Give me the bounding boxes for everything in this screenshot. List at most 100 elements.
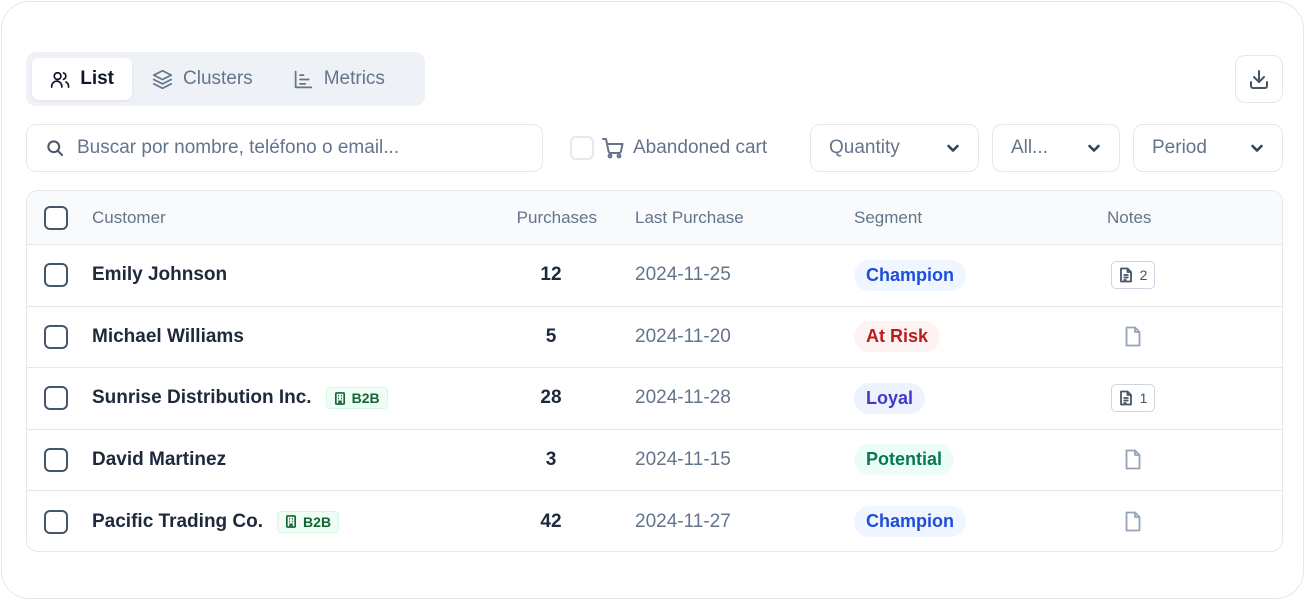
- notes-count: 1: [1139, 390, 1148, 407]
- search-field: [26, 124, 543, 172]
- header-customer[interactable]: Customer: [92, 191, 166, 244]
- header-purchases[interactable]: Purchases: [497, 191, 597, 244]
- segment-badge: Champion: [854, 259, 966, 291]
- table-body: Emily Johnson 12 2024-11-25 Champion 2 Michae…: [27, 245, 1282, 551]
- segment-cell: Champion: [854, 491, 966, 551]
- purchases-count: 42: [540, 510, 562, 532]
- tab-clusters-label: Clusters: [183, 68, 253, 89]
- b2b-badge-label: B2B: [351, 390, 380, 407]
- bar-chart-icon: [294, 70, 312, 88]
- notes-button[interactable]: 1: [1110, 384, 1156, 413]
- table-row[interactable]: Pacific Trading Co. B2B 42 2024-11-27 Champi…: [27, 491, 1282, 551]
- tab-list[interactable]: List: [32, 58, 132, 100]
- building-icon: [286, 515, 297, 529]
- users-icon: [50, 71, 70, 88]
- segment-select-value: All...: [1011, 137, 1048, 158]
- last-purchase-date: 2024-11-25: [635, 264, 731, 286]
- document-icon: [1119, 267, 1132, 283]
- purchases-cell: 5: [497, 307, 605, 368]
- segment-cell: Loyal: [854, 368, 926, 429]
- purchases-cell: 42: [497, 491, 605, 551]
- table-row[interactable]: David Martinez 3 2024-11-15 Potential: [27, 430, 1282, 491]
- period-select[interactable]: Period: [1133, 124, 1283, 172]
- abandoned-cart-checkbox[interactable]: [570, 136, 594, 160]
- tab-clusters[interactable]: Clusters: [134, 58, 271, 100]
- last-purchase-cell: 2024-11-25: [635, 245, 731, 306]
- purchases-cell: 12: [497, 245, 605, 306]
- add-note-button[interactable]: [1124, 326, 1142, 347]
- customers-card: List Clusters Metrics Abandoned cart Qua…: [1, 1, 1304, 599]
- abandoned-cart-filter[interactable]: Abandoned cart: [570, 124, 767, 172]
- purchases-count: 28: [540, 387, 562, 409]
- customer-name[interactable]: Emily Johnson: [92, 264, 227, 286]
- b2b-badge: B2B: [277, 510, 340, 533]
- building-icon: [334, 391, 345, 405]
- table-row[interactable]: Sunrise Distribution Inc. B2B 28 2024-11-28…: [27, 368, 1282, 430]
- segment-cell: Potential: [854, 430, 955, 491]
- customers-table: Customer Purchases Last Purchase Segment…: [26, 190, 1283, 552]
- customer-name[interactable]: Sunrise Distribution Inc.: [92, 387, 312, 409]
- customer-name[interactable]: David Martinez: [92, 449, 226, 471]
- header-last-purchase[interactable]: Last Purchase: [635, 191, 744, 244]
- layers-icon: [152, 69, 173, 89]
- row-checkbox[interactable]: [44, 509, 68, 534]
- customer-name[interactable]: Michael Williams: [92, 326, 244, 348]
- document-icon: [1125, 326, 1141, 347]
- search-input[interactable]: [77, 137, 517, 159]
- customer-name[interactable]: Pacific Trading Co.: [92, 511, 263, 533]
- last-purchase-date: 2024-11-28: [635, 387, 731, 409]
- last-purchase-date: 2024-11-20: [635, 325, 731, 347]
- last-purchase-cell: 2024-11-15: [635, 430, 731, 491]
- tab-list-label: List: [80, 68, 114, 89]
- customer-cell: Pacific Trading Co. B2B: [92, 491, 340, 551]
- tab-metrics-label: Metrics: [323, 68, 385, 89]
- notes-button[interactable]: 2: [1110, 261, 1156, 290]
- segment-cell: At Risk: [854, 307, 941, 368]
- view-tabs: List Clusters Metrics: [26, 52, 425, 106]
- segment-badge: At Risk: [854, 321, 941, 353]
- segment-cell: Champion: [854, 245, 966, 306]
- row-checkbox[interactable]: [44, 447, 68, 472]
- download-button[interactable]: [1235, 55, 1283, 103]
- header-notes[interactable]: Notes: [1107, 191, 1159, 244]
- table-row[interactable]: Michael Williams 5 2024-11-20 At Risk: [27, 307, 1282, 368]
- quantity-select[interactable]: Quantity: [810, 124, 979, 172]
- purchases-cell: 3: [497, 430, 605, 491]
- table-row[interactable]: Emily Johnson 12 2024-11-25 Champion 2: [27, 245, 1282, 307]
- notes-count: 2: [1139, 267, 1148, 284]
- purchases-count: 3: [545, 448, 557, 470]
- row-checkbox[interactable]: [44, 263, 68, 288]
- purchases-cell: 28: [497, 368, 605, 429]
- notes-cell: [1107, 491, 1159, 551]
- purchases-count: 12: [540, 264, 562, 286]
- add-note-button[interactable]: [1124, 449, 1142, 470]
- chevron-down-icon: [1251, 144, 1263, 152]
- customer-cell: Michael Williams: [92, 307, 244, 368]
- last-purchase-cell: 2024-11-20: [635, 307, 731, 368]
- last-purchase-date: 2024-11-27: [635, 510, 731, 532]
- customer-cell: David Martinez: [92, 430, 226, 491]
- customer-cell: Emily Johnson: [92, 245, 227, 306]
- add-note-button[interactable]: [1124, 511, 1142, 532]
- shopping-cart-icon: [602, 138, 624, 159]
- b2b-badge: B2B: [325, 387, 388, 410]
- select-all-checkbox[interactable]: [44, 205, 68, 230]
- chevron-down-icon: [1088, 144, 1100, 152]
- purchases-count: 5: [545, 325, 557, 347]
- last-purchase-cell: 2024-11-28: [635, 368, 731, 429]
- tab-metrics[interactable]: Metrics: [275, 58, 403, 100]
- row-checkbox[interactable]: [44, 386, 68, 411]
- header-segment[interactable]: Segment: [854, 191, 922, 244]
- customer-cell: Sunrise Distribution Inc. B2B: [92, 368, 388, 429]
- segment-badge: Potential: [854, 444, 955, 476]
- row-checkbox[interactable]: [44, 324, 68, 349]
- notes-cell: 2: [1107, 245, 1159, 306]
- notes-cell: [1107, 307, 1159, 368]
- segment-select[interactable]: All...: [992, 124, 1120, 172]
- table-header: Customer Purchases Last Purchase Segment…: [27, 191, 1282, 245]
- last-purchase-date: 2024-11-15: [635, 448, 731, 470]
- segment-badge: Champion: [854, 506, 966, 538]
- quantity-select-value: Quantity: [829, 137, 900, 158]
- abandoned-cart-label: Abandoned cart: [633, 137, 768, 158]
- notes-cell: 1: [1107, 368, 1159, 429]
